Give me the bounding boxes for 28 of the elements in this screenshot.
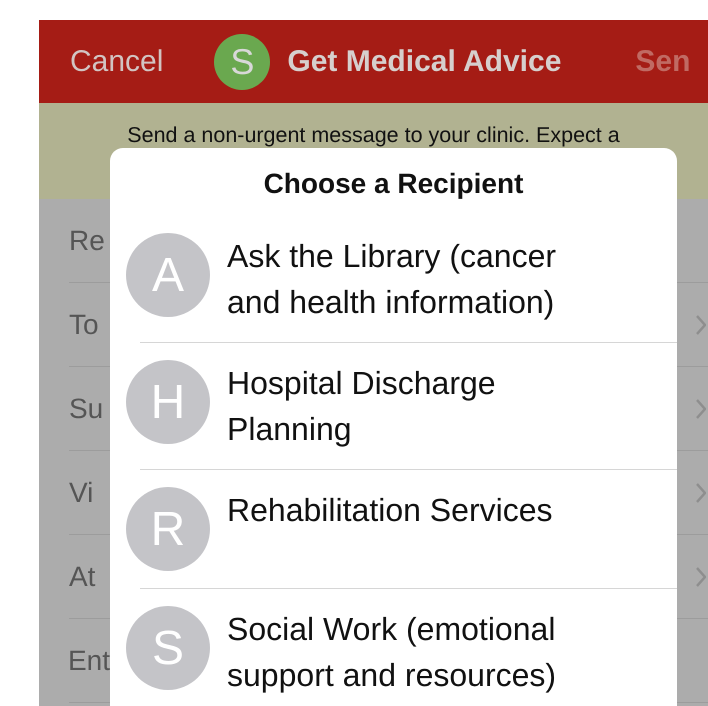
recipient-avatar: S [126,606,210,690]
send-button[interactable]: Sen [635,44,690,78]
form-label[interactable]: Su [69,392,104,424]
form-label[interactable]: To [69,308,99,340]
form-label[interactable]: Ent [68,644,110,676]
recipient-item[interactable]: S Social Work (emotional support and resources) [110,589,677,706]
recipient-name: Hospital Discharge Planning [227,364,497,449]
recipient-item[interactable]: A Ask the Library (cancer and health information) [110,216,677,342]
recipient-name: Ask the Library (cancer and health information) [227,237,558,322]
recipient-name: Rehabilitation Services [227,491,554,530]
recipient-avatar: H [126,360,210,444]
screen-title: Get Medical Advice [287,44,562,78]
chevron-icon[interactable] [696,482,706,504]
recipient-name: Social Work (emotional support and resources) [227,610,558,695]
recipient-item[interactable]: H Hospital Discharge Planning [110,343,677,469]
banner-text: Send a non-urgent message to your clinic. Expect a [127,123,620,149]
cancel-button[interactable]: Cancel [70,44,164,78]
form-label[interactable]: At [69,560,96,592]
recipient-avatar: A [126,233,210,317]
form-label[interactable]: Vi [69,476,94,508]
chevron-icon[interactable] [696,398,706,420]
form-label[interactable]: Re [69,224,105,256]
chevron-icon[interactable] [696,314,706,336]
recipient-item[interactable]: R Rehabilitation Services [110,470,677,588]
chevron-icon[interactable] [696,566,706,588]
avatar-initial: S [214,34,270,90]
recipient-avatar: R [126,487,210,571]
dialog-title: Choose a Recipient [262,167,524,201]
